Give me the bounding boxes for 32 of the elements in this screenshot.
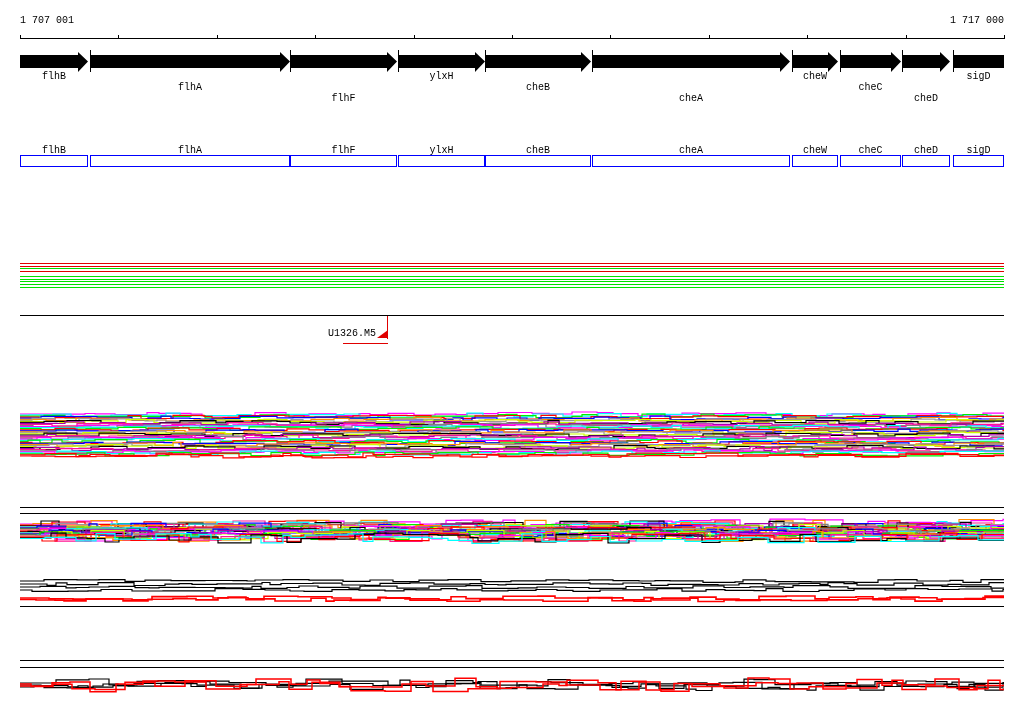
gene-arrow [792,52,838,72]
gene-box [792,155,838,167]
gene-box [840,155,901,167]
gene-label: cheW [803,145,827,156]
gene-label: flhF [331,93,356,104]
coordinate-label: 1 717 000 [950,15,1004,26]
gene-label: cheD [914,145,938,156]
gene-label: cheA [679,145,703,156]
gene-label: flhA [178,145,202,156]
gene-label: ylxH [429,145,454,156]
coordinate-label: 1 707 001 [20,15,74,26]
gene-arrow [20,52,88,72]
gene-box [20,155,88,167]
gene-label: flhA [178,82,202,93]
gene-label: cheW [803,71,827,82]
gene-label: cheD [914,93,938,104]
gene-arrow [840,52,901,72]
gene-label: cheC [858,82,883,93]
gene-box [902,155,950,167]
gene-label: flhB [42,71,66,82]
gene-label: ylxH [429,71,454,82]
gene-arrow [902,52,950,72]
gene-box [953,155,1004,167]
gene-label: flhF [331,145,356,156]
gene-label: sigD [966,145,991,156]
gene-label: flhB [42,145,66,156]
gene-label: sigD [966,71,991,82]
marker-label: U1326.M5 [328,328,376,339]
gene-label: cheB [526,82,550,93]
gene-label: cheB [526,145,550,156]
gene-label: cheC [858,145,883,156]
gene-label: cheA [679,93,703,104]
